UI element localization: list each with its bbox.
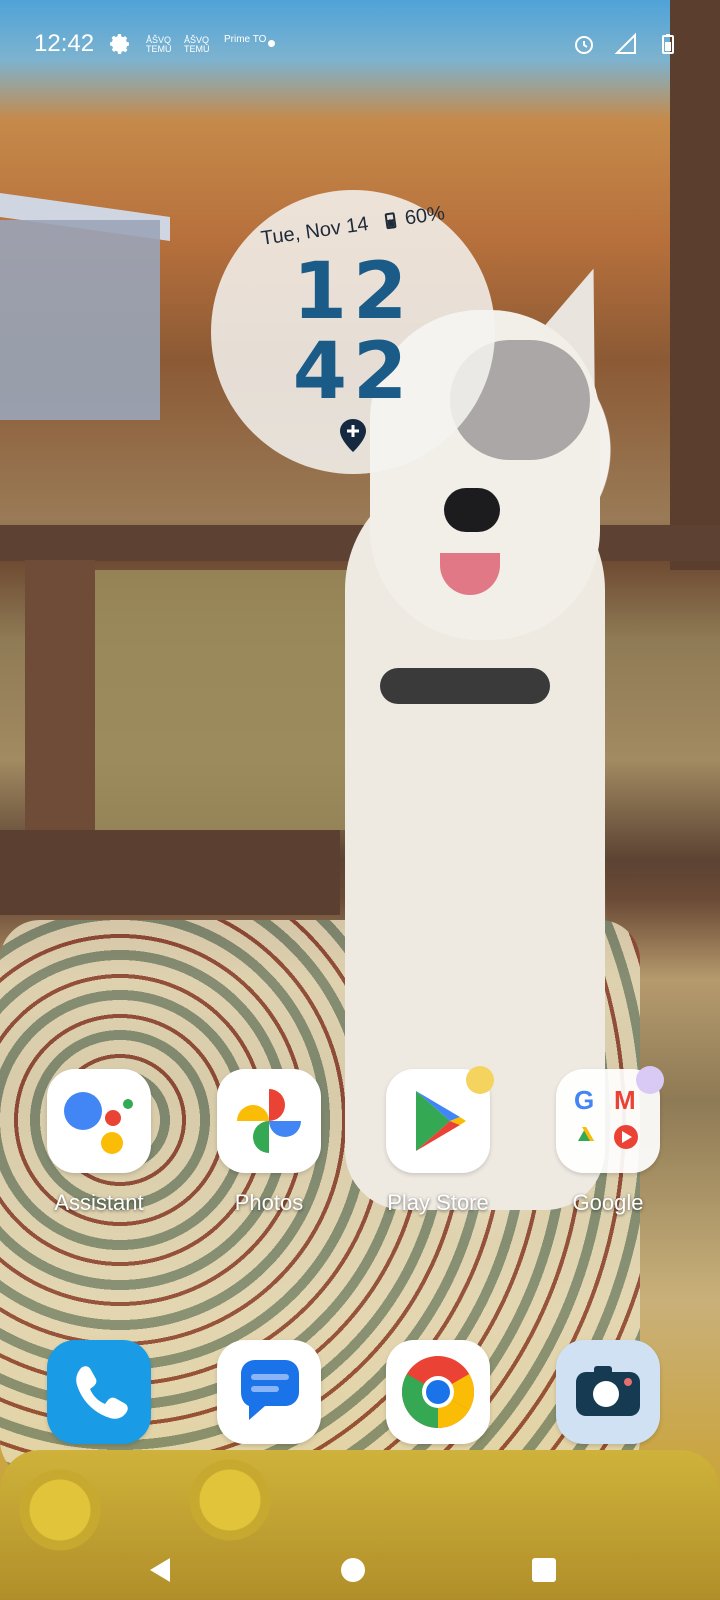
- wallpaper-dog-nose: [444, 488, 500, 532]
- temu-notification-icon: ÅŠVQ TEMU: [146, 35, 172, 54]
- temu-notification-icon: ÅŠVQ TEMU: [184, 35, 210, 54]
- navigation-bar: [0, 1540, 720, 1600]
- prime-notification-icon: Prime TO: [224, 34, 267, 45]
- status-bar: 12:42 ÅŠVQ TEMU ÅŠVQ TEMU Prime TO: [0, 0, 720, 90]
- assistant-app-icon[interactable]: [47, 1069, 151, 1173]
- wallpaper-rail-bottom: [0, 830, 340, 915]
- assistant-label: Assistant: [54, 1190, 144, 1215]
- wallpaper-dog-collar: [380, 668, 550, 704]
- gear-icon: [108, 32, 130, 54]
- wallpaper-rail-post: [25, 560, 95, 830]
- more-notifications-dot: [268, 40, 275, 47]
- phone-app-icon[interactable]: [47, 1340, 151, 1444]
- play-store-label: Play Store: [387, 1190, 489, 1215]
- notification-badge: [636, 1066, 664, 1094]
- location-pin-icon: [338, 418, 368, 454]
- alarm-icon: [572, 32, 596, 56]
- camera-app-icon[interactable]: [556, 1340, 660, 1444]
- clock-widget[interactable]: Tue, Nov 14 60% 12 42: [211, 190, 495, 474]
- svg-text:M: M: [614, 1085, 636, 1115]
- chrome-app-icon[interactable]: [386, 1340, 490, 1444]
- signal-icon: [614, 32, 638, 56]
- clock-minute: 42: [292, 327, 414, 417]
- google-label: Google: [572, 1190, 644, 1215]
- home-button-icon[interactable]: [333, 1550, 373, 1590]
- status-time: 12:42: [34, 30, 95, 57]
- battery-icon: [656, 32, 680, 56]
- recents-icon[interactable]: [524, 1550, 564, 1590]
- messages-app-icon[interactable]: [217, 1340, 321, 1444]
- clock-battery: 60%: [403, 202, 447, 230]
- photos-label: Photos: [234, 1190, 304, 1215]
- clock-hour: 12: [292, 247, 414, 337]
- battery-icon: [384, 212, 397, 230]
- photos-app-icon[interactable]: [217, 1069, 321, 1173]
- clock-date: Tue, Nov 14: [259, 212, 370, 250]
- wallpaper-house: [0, 220, 160, 420]
- wallpaper-lawn: [95, 570, 365, 830]
- status-icons: [572, 32, 680, 56]
- back-icon[interactable]: [140, 1550, 180, 1590]
- notification-badge: [466, 1066, 494, 1094]
- svg-text:G: G: [574, 1085, 594, 1115]
- home-screen: 12:42 ÅŠVQ TEMU ÅŠVQ TEMU Prime TO Tue, …: [0, 0, 720, 1600]
